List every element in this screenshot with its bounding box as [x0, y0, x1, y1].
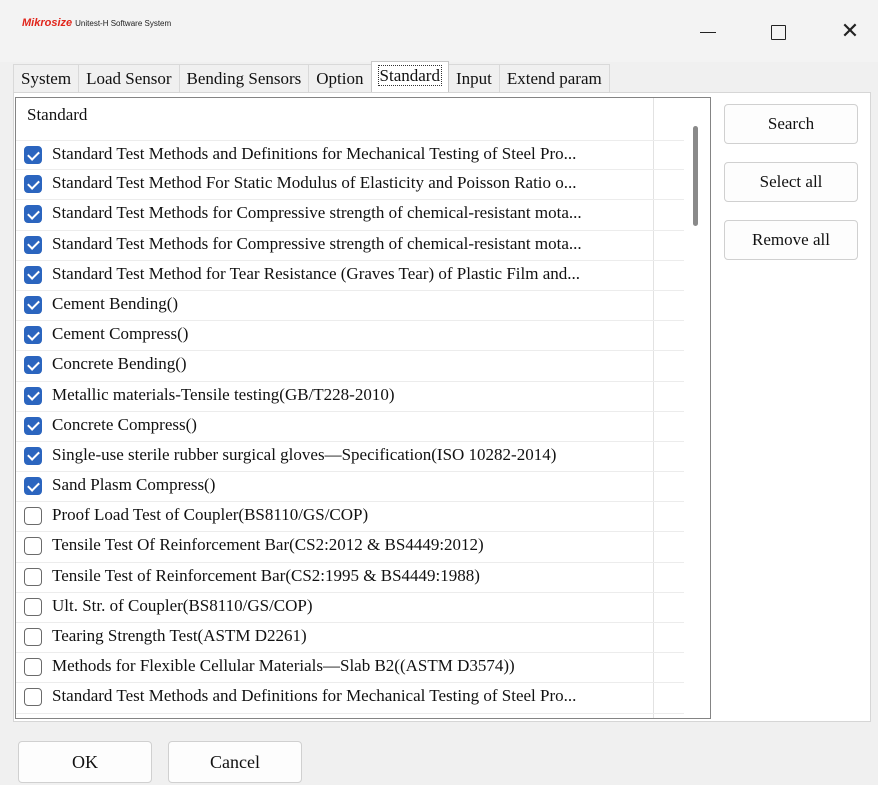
list-column-header: Standard — [27, 105, 88, 124]
list-item[interactable]: Tensile Test Of Reinforcement Bar(CS2:20… — [16, 532, 684, 563]
tab-label: System — [21, 69, 72, 88]
list-item[interactable]: Tearing Strength Test(ASTM D2261) — [16, 623, 684, 654]
checkbox-checked[interactable] — [24, 265, 42, 284]
list-item[interactable]: Standard Test Method For Static Modulus … — [16, 170, 684, 201]
checkbox-unchecked[interactable] — [24, 658, 42, 677]
list-item-label: Concrete Bending() — [52, 354, 187, 374]
list-item-label: Proof Load Test of Coupler(BS8110/GS/COP… — [52, 505, 369, 525]
list-item-label: Standard Test Methods for Compressive st… — [52, 203, 582, 223]
checkbox-checked[interactable] — [24, 326, 42, 345]
tab-bending-sensors[interactable]: Bending Sensors — [178, 64, 310, 92]
list-item[interactable]: Tensile Test of Reinforcement Bar(CS2:19… — [16, 563, 684, 593]
tab-standard[interactable]: Standard — [370, 61, 449, 92]
list-item[interactable]: Concrete Compress() — [16, 412, 684, 442]
brand-logo: Mikrosize — [22, 17, 73, 29]
list-item[interactable]: Methods for Flexible Cellular Materials—… — [16, 653, 684, 684]
tab-label: Input — [455, 69, 492, 88]
checkbox-unchecked[interactable] — [24, 507, 42, 526]
list-item[interactable]: Standard Test Methods and Definitions fo… — [16, 140, 684, 171]
close-icon: ✕ — [840, 19, 860, 44]
checkbox-checked[interactable] — [24, 146, 42, 164]
close-button[interactable]: ✕ — [830, 14, 870, 50]
tab-label: Option — [316, 69, 364, 88]
list-item[interactable]: Proof Load Test of Coupler(BS8110/GS/COP… — [16, 502, 684, 533]
tab-bar: System Load Sensor Bending Sensors Optio… — [13, 61, 610, 92]
checkbox-unchecked[interactable] — [24, 567, 42, 586]
list-item[interactable]: Standard Test Methods for Compressive st… — [16, 231, 684, 261]
list-item[interactable]: Standard Test Methods and Definitions fo… — [16, 683, 684, 714]
list-item[interactable]: Standard Test Methods for Compressive st… — [16, 200, 684, 231]
list-item-label: Standard Test Methods and Definitions fo… — [52, 686, 577, 706]
maximize-button[interactable] — [758, 14, 798, 50]
list-item-label: Standard Test Method For Static Modulus … — [52, 173, 577, 193]
window-title: Unitest-H Software System — [75, 19, 172, 28]
list-item-label: Standard Test Methods for Compressive st… — [52, 233, 582, 253]
list-item-label: Sand Plasm Compress() — [52, 475, 216, 495]
list-item-label: Standard Test Methods and Definitions fo… — [52, 144, 577, 163]
list-item[interactable]: Cement Compress() — [16, 321, 684, 352]
tab-label: Extend param — [506, 69, 602, 88]
list-item[interactable]: Metallic materials-Tensile testing(GB/T2… — [16, 382, 684, 412]
checkbox-checked[interactable] — [24, 295, 42, 314]
tab-label: Standard — [377, 65, 442, 86]
checkbox-checked[interactable] — [24, 386, 42, 405]
vertical-scrollbar[interactable] — [693, 126, 698, 226]
list-item[interactable]: Concrete Bending() — [16, 351, 684, 382]
list-rows: Standard Test Methods and Definitions fo… — [16, 140, 684, 714]
list-item-label: Concrete Compress() — [52, 414, 197, 434]
tab-extend-param[interactable]: Extend param — [498, 64, 610, 92]
tab-input[interactable]: Input — [447, 64, 500, 92]
tab-load-sensor[interactable]: Load Sensor — [78, 64, 180, 92]
list-item[interactable]: Ult. Str. of Coupler(BS8110/GS/COP) — [16, 593, 684, 623]
list-item-label: Single-use sterile rubber surgical glove… — [52, 444, 557, 464]
title-bar: Mikrosize Unitest-H Software System ✕ — [0, 0, 878, 62]
tab-option[interactable]: Option — [308, 64, 372, 92]
list-item-label: Methods for Flexible Cellular Materials—… — [52, 656, 515, 676]
list-item-label: Tearing Strength Test(ASTM D2261) — [52, 626, 307, 645]
list-item-label: Tensile Test of Reinforcement Bar(CS2:19… — [52, 565, 480, 585]
checkbox-checked[interactable] — [24, 446, 42, 465]
checkbox-checked[interactable] — [24, 356, 42, 375]
tab-label: Bending Sensors — [186, 69, 302, 88]
tab-system[interactable]: System — [13, 64, 80, 92]
search-button[interactable]: Search — [724, 104, 858, 144]
list-item-label: Cement Bending() — [52, 293, 179, 313]
list-item[interactable]: Cement Bending() — [16, 291, 684, 322]
checkbox-checked[interactable] — [24, 205, 42, 224]
select-all-button[interactable]: Select all — [724, 162, 858, 202]
app-brand: Mikrosize Unitest-H Software System — [22, 17, 171, 29]
checkbox-checked[interactable] — [24, 477, 42, 496]
standard-list[interactable]: Standard Standard Test Methods and Defin… — [15, 97, 711, 719]
settings-window: Mikrosize Unitest-H Software System ✕ Sys… — [0, 0, 878, 785]
cancel-button[interactable]: Cancel — [168, 741, 302, 783]
minimize-button[interactable] — [688, 14, 728, 50]
list-item[interactable]: Sand Plasm Compress() — [16, 472, 684, 503]
ok-button[interactable]: OK — [18, 741, 152, 783]
checkbox-checked[interactable] — [24, 235, 42, 254]
list-item[interactable]: Standard Test Method for Tear Resistance… — [16, 261, 684, 291]
checkbox-unchecked[interactable] — [24, 537, 42, 556]
list-item[interactable]: Single-use sterile rubber surgical glove… — [16, 442, 684, 473]
list-item-label: Standard Test Method for Tear Resistance… — [52, 263, 581, 283]
list-item-label: Metallic materials-Tensile testing(GB/T2… — [52, 384, 395, 404]
minimize-icon — [700, 31, 716, 33]
checkbox-checked[interactable] — [24, 416, 42, 435]
checkbox-unchecked[interactable] — [24, 597, 42, 616]
remove-all-button[interactable]: Remove all — [724, 220, 858, 260]
list-item-label: Cement Compress() — [52, 324, 189, 344]
checkbox-unchecked[interactable] — [24, 628, 42, 646]
list-item-label: Tensile Test Of Reinforcement Bar(CS2:20… — [52, 535, 484, 555]
checkbox-unchecked[interactable] — [24, 688, 42, 707]
list-item-label: Ult. Str. of Coupler(BS8110/GS/COP) — [52, 595, 313, 615]
checkbox-checked[interactable] — [24, 175, 42, 194]
tab-label: Load Sensor — [86, 69, 172, 88]
maximize-icon — [770, 24, 786, 40]
